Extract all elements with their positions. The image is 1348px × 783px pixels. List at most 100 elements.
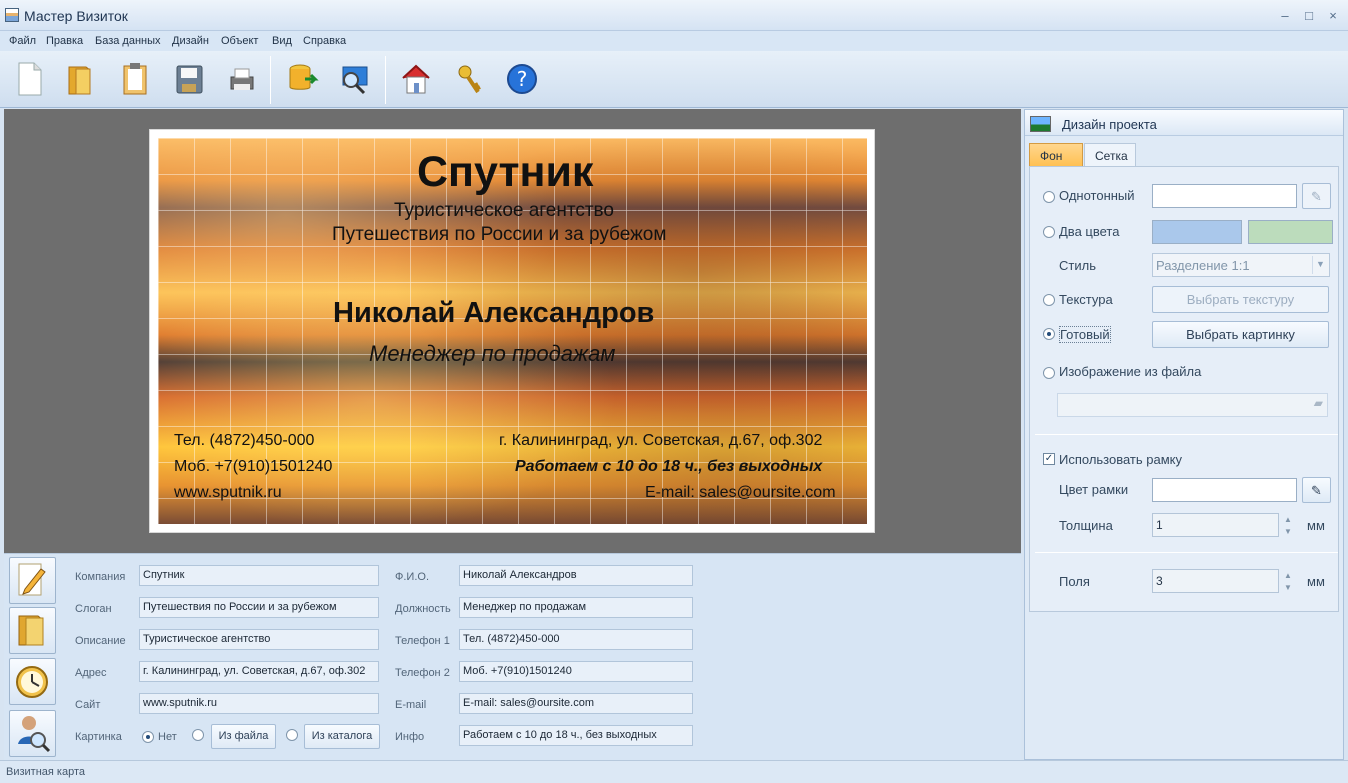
solid-radio[interactable] (1043, 191, 1055, 203)
card-info: Работаем с 10 до 18 ч., без выходных (515, 458, 823, 475)
card-folder-button[interactable] (9, 607, 56, 654)
help-button[interactable]: ? (503, 59, 541, 99)
card-name: Николай Александров (333, 297, 655, 329)
slogan-field[interactable]: Путешествия по России и за рубежом (139, 597, 379, 618)
thickness-value: 1 (1156, 518, 1163, 532)
position-field[interactable]: Менеджер по продажам (459, 597, 693, 618)
use-frame-checkbox[interactable]: ✓ (1043, 453, 1055, 465)
texture-label: Текстура (1059, 292, 1113, 307)
first-color-box[interactable] (1152, 220, 1242, 244)
settings-divider (1035, 434, 1338, 435)
company-label: Компания (75, 571, 126, 583)
image-file-label: Изображение из файла (1059, 364, 1202, 379)
home-button[interactable] (397, 59, 435, 99)
solid-color-box[interactable] (1152, 184, 1297, 208)
picture-none-radio[interactable] (142, 731, 154, 743)
from-file-button[interactable]: Из файла (211, 724, 276, 749)
design-panel-header: Дизайн проекта (1025, 110, 1343, 136)
toolbar-separator (270, 56, 271, 104)
landscape-icon (1030, 116, 1051, 132)
minimize-button[interactable]: ‒ (1276, 7, 1294, 25)
menu-database[interactable]: База данных (95, 35, 161, 47)
contact-search-button[interactable] (9, 710, 56, 757)
slogan-label: Слоган (75, 603, 112, 615)
ready-radio[interactable] (1043, 328, 1055, 340)
site-field[interactable]: www.sputnik.ru (139, 693, 379, 714)
user-search-icon (18, 716, 51, 753)
open-folder-icon (68, 66, 91, 95)
close-button[interactable]: × (1324, 7, 1342, 25)
second-color-box[interactable] (1248, 220, 1333, 244)
use-frame-label: Использовать рамку (1059, 452, 1183, 467)
window-title: Мастер Визиток (24, 8, 128, 24)
tab-grid[interactable]: Сетка (1084, 143, 1136, 167)
company-field[interactable]: Спутник (139, 565, 379, 586)
texture-radio[interactable] (1043, 294, 1055, 306)
solid-color-picker-button[interactable]: ✎ (1302, 183, 1331, 209)
card-phone2: Моб. +7(910)1501240 (174, 458, 333, 475)
card-slogan: Путешествия по России и за рубежом (332, 224, 667, 245)
card-data-panel: Компания Спутник Слоган Путешествия по Р… (4, 553, 1021, 760)
menu-file[interactable]: Файл (9, 35, 36, 47)
print-button[interactable] (222, 59, 260, 99)
style-dropdown-value: Разделение 1:1 (1156, 258, 1250, 273)
keys-button[interactable] (450, 59, 488, 99)
clipboard-icon (123, 63, 147, 95)
phone2-field[interactable]: Моб. +7(910)1501240 (459, 661, 693, 682)
from-catalog-button[interactable]: Из каталога (304, 724, 380, 749)
phone1-field[interactable]: Тел. (4872)450-000 (459, 629, 693, 650)
history-button[interactable] (9, 658, 56, 705)
card-description: Туристическое агентство (394, 200, 615, 221)
picture-catalog-radio[interactable] (286, 729, 298, 741)
dropdown-arrow-icon: ▼ (1312, 256, 1328, 274)
database-export-button[interactable] (283, 59, 321, 99)
card-company: Спутник (417, 148, 594, 196)
menu-help[interactable]: Справка (303, 35, 346, 47)
spinner-arrows-icon[interactable]: ▲ ▼ (1282, 514, 1294, 538)
picture-file-radio[interactable] (192, 729, 204, 741)
style-dropdown[interactable]: Разделение 1:1 ▼ (1152, 253, 1330, 277)
spinner-arrows-icon[interactable]: ▲ ▼ (1282, 570, 1294, 594)
card-phone1: Тел. (4872)450-000 (174, 432, 315, 449)
email-label: E-mail (395, 699, 427, 711)
picture-none-label: Нет (158, 731, 177, 743)
frame-color-box[interactable] (1152, 478, 1297, 502)
menu-edit[interactable]: Правка (46, 35, 83, 47)
address-field[interactable]: г. Калининград, ул. Советская, д.67, оф.… (139, 661, 379, 682)
new-document-button[interactable] (10, 59, 48, 99)
menu-view[interactable]: Вид (272, 35, 292, 47)
business-card: Спутник Туристическое агентство Путешест… (158, 138, 867, 524)
maximize-button[interactable]: □ (1300, 7, 1318, 25)
menu-object[interactable]: Объект (221, 35, 258, 47)
card-position: Менеджер по продажам (369, 341, 616, 366)
image-file-radio[interactable] (1043, 367, 1055, 379)
solid-label: Однотонный (1059, 188, 1135, 203)
frame-color-picker-button[interactable]: ✎ (1302, 477, 1331, 503)
email-field[interactable]: E-mail: sales@oursite.com (459, 693, 693, 714)
position-label: Должность (395, 603, 451, 615)
open-folder-button[interactable] (61, 59, 99, 99)
margins-spinner[interactable]: 3 ▲ ▼ (1152, 569, 1292, 593)
picture-label: Картинка (75, 731, 122, 743)
save-button[interactable] (170, 59, 208, 99)
clipboard-button[interactable] (116, 59, 154, 99)
keys-icon (458, 65, 481, 94)
phone1-label: Телефон 1 (395, 635, 450, 647)
choose-picture-button[interactable]: Выбрать картинку (1152, 321, 1329, 348)
menu-design[interactable]: Дизайн (172, 35, 209, 47)
card-email: E-mail: sales@oursite.com (645, 484, 836, 501)
info-field[interactable]: Работаем с 10 до 18 ч., без выходных (459, 725, 693, 746)
design-panel: Дизайн проекта Фон Сетка Однотонный ✎ Дв… (1024, 109, 1344, 760)
search-preview-button[interactable] (336, 59, 374, 99)
edit-card-button[interactable] (9, 557, 56, 604)
full-name-field[interactable]: Николай Александров (459, 565, 693, 586)
tab-background[interactable]: Фон (1029, 143, 1083, 167)
thickness-unit: мм (1307, 518, 1325, 533)
full-name-label: Ф.И.О. (395, 571, 429, 583)
image-file-path[interactable]: ▰ (1057, 393, 1328, 417)
thickness-spinner[interactable]: 1 ▲ ▼ (1152, 513, 1292, 537)
description-field[interactable]: Туристическое агентство (139, 629, 379, 650)
choose-texture-button[interactable]: Выбрать текстуру (1152, 286, 1329, 313)
database-export-icon (289, 64, 319, 90)
two-colors-radio[interactable] (1043, 226, 1055, 238)
